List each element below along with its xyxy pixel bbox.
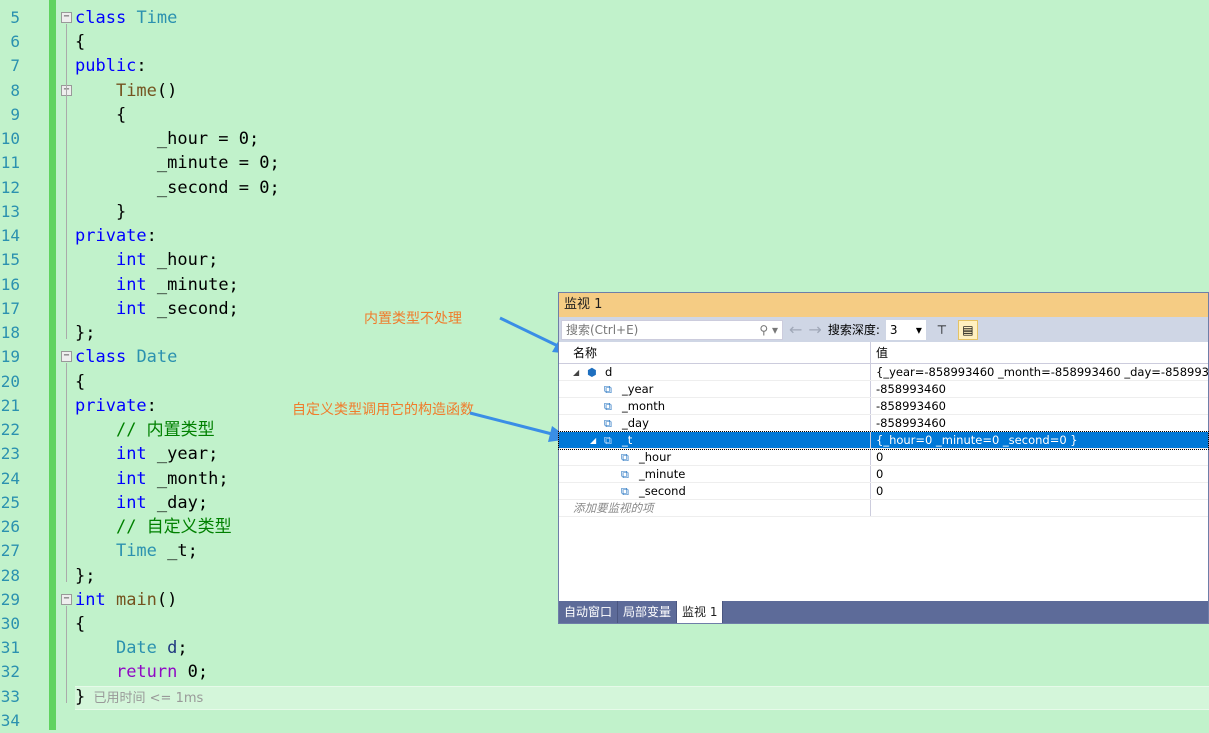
chevron-down-icon: ▾ <box>915 322 922 337</box>
field-icon: ⧉ <box>604 399 612 413</box>
field-icon: ⧉ <box>604 433 612 447</box>
add-watch-placeholder: 添加要监视的项 <box>559 500 871 516</box>
watch-row[interactable]: ◢ ⧉ _t {_hour=0 _minute=0 _second=0 } <box>558 431 1209 450</box>
forward-arrow-icon[interactable]: → <box>808 320 821 339</box>
watch-toolbar: 搜索(Ctrl+E) ⚲ ▾ ← → 搜索深度: 3 ▾ ⊤ ▤ <box>559 317 1208 342</box>
watch-value[interactable]: 0 <box>871 449 1208 465</box>
field-icon: ⧉ <box>621 450 629 464</box>
expand-toggle-icon[interactable]: ◢ <box>573 364 583 381</box>
watch-row[interactable]: ⧉ _hour 0 <box>559 449 1208 466</box>
field-icon: ⧉ <box>604 416 612 430</box>
col-value[interactable]: 值 <box>871 342 1208 363</box>
watch-row[interactable]: ⧉ _month -858993460 <box>559 398 1208 415</box>
watch-value[interactable]: -858993460 <box>871 398 1208 414</box>
watch-value[interactable]: {_hour=0 _minute=0 _second=0 } <box>871 432 1208 448</box>
watch-name: _year <box>622 381 654 396</box>
arrow-custom <box>469 411 553 436</box>
watch-name: _minute <box>639 466 686 481</box>
depth-label: 搜索深度: <box>827 323 880 337</box>
field-icon: ⧉ <box>621 484 629 498</box>
depth-select[interactable]: 3 ▾ <box>885 319 926 340</box>
watch-name: _second <box>639 483 686 498</box>
add-watch-row[interactable]: 添加要监视的项 <box>559 500 1208 517</box>
filter-pin-icon[interactable]: ⊤ <box>932 320 952 340</box>
watch-value[interactable]: {_year=-858993460 _month=-858993460 _day… <box>871 364 1208 380</box>
watch-window: 监视 1 搜索(Ctrl+E) ⚲ ▾ ← → 搜索深度: 3 ▾ ⊤ ▤ 名称 值… <box>558 292 1209 624</box>
watch-value[interactable]: -858993460 <box>871 381 1208 397</box>
watch-value[interactable]: 0 <box>871 483 1208 499</box>
watch-value[interactable]: 0 <box>871 466 1208 482</box>
tab-0[interactable]: 自动窗口 <box>559 601 619 623</box>
watch-row[interactable]: ⧉ _day -858993460 <box>559 415 1208 432</box>
field-icon: ⧉ <box>604 382 612 396</box>
watch-row[interactable]: ⧉ _minute 0 <box>559 466 1208 483</box>
watch-tabs: 自动窗口 局部变量 监视 1 <box>559 601 1208 623</box>
search-input[interactable]: 搜索(Ctrl+E) ⚲ ▾ <box>561 319 783 340</box>
tab-2[interactable]: 监视 1 <box>677 601 724 623</box>
hex-display-toggle-icon[interactable]: ▤ <box>957 319 978 340</box>
search-placeholder: 搜索(Ctrl+E) <box>566 323 639 337</box>
back-arrow-icon[interactable]: ← <box>789 320 802 339</box>
search-icon[interactable]: ⚲ ▾ <box>759 323 778 337</box>
watch-name: d <box>605 364 613 379</box>
watch-value[interactable]: -858993460 <box>871 415 1208 431</box>
watch-header: 名称 值 <box>559 342 1208 364</box>
arrow-builtin <box>499 316 559 348</box>
col-name[interactable]: 名称 <box>559 342 871 363</box>
watch-name: _hour <box>639 449 672 464</box>
depth-value: 3 <box>889 322 898 337</box>
watch-row[interactable]: ⧉ _second 0 <box>559 483 1208 500</box>
watch-name: _t <box>622 432 633 447</box>
watch-title[interactable]: 监视 1 <box>559 293 1208 317</box>
field-icon: ⧉ <box>621 467 629 481</box>
watch-name: _day <box>622 415 649 430</box>
object-icon: ⬢ <box>587 365 597 379</box>
watch-row[interactable]: ⧉ _year -858993460 <box>559 381 1208 398</box>
watch-name: _month <box>622 398 666 413</box>
tab-1[interactable]: 局部变量 <box>618 601 678 623</box>
watch-row[interactable]: ◢ ⬢ d {_year=-858993460 _month=-858993460 _… <box>559 364 1208 381</box>
expand-toggle-icon[interactable]: ◢ <box>590 432 600 449</box>
